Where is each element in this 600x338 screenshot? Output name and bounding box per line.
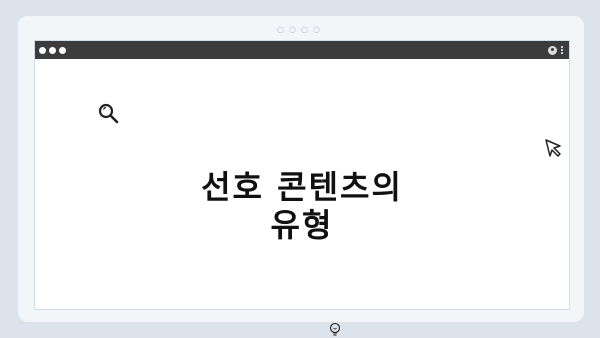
page-title: 선호 콘텐츠의 유형 <box>35 168 569 244</box>
slide-frame: ○○○○ 선호 콘텐츠의 유형 <box>18 16 584 336</box>
search-icon <box>98 103 119 124</box>
avatar-icon[interactable] <box>548 45 557 55</box>
title-bar-actions <box>548 41 563 59</box>
more-vertical-icon[interactable] <box>561 46 563 54</box>
window-dot-icon[interactable] <box>59 46 66 54</box>
cursor-icon <box>545 139 561 157</box>
page-title-line1: 선호 콘텐츠의 <box>201 168 403 206</box>
lightbulb-icon <box>329 322 341 336</box>
browser-window: 선호 콘텐츠의 유형 <box>34 40 570 336</box>
window-dot-icon[interactable] <box>49 46 56 54</box>
page-title-line2: 유형 <box>270 206 334 244</box>
title-bar <box>35 41 569 59</box>
window-controls <box>39 41 66 59</box>
pager-dots-icon: ○○○○ <box>277 25 325 34</box>
window-dot-icon[interactable] <box>39 46 46 54</box>
